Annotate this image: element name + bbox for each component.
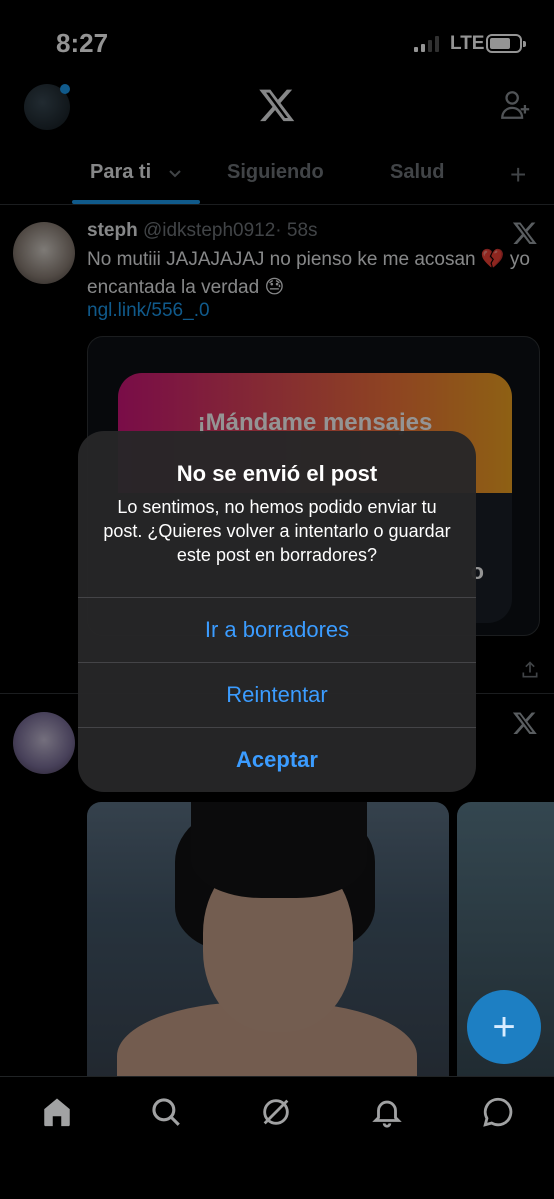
compose-button[interactable]: + (467, 990, 541, 1064)
go-to-drafts-button[interactable]: Ir a borradores (78, 597, 476, 662)
modal-backdrop (0, 1076, 554, 1199)
accept-button[interactable]: Aceptar (78, 727, 476, 792)
post-not-sent-dialog: No se envió el post Lo sentimos, no hemo… (78, 431, 476, 792)
dialog-title: No se envió el post (176, 461, 378, 486)
dialog-message: Lo sentimos, no hemos podido enviar tu p… (103, 497, 451, 565)
retry-button[interactable]: Reintentar (78, 662, 476, 727)
